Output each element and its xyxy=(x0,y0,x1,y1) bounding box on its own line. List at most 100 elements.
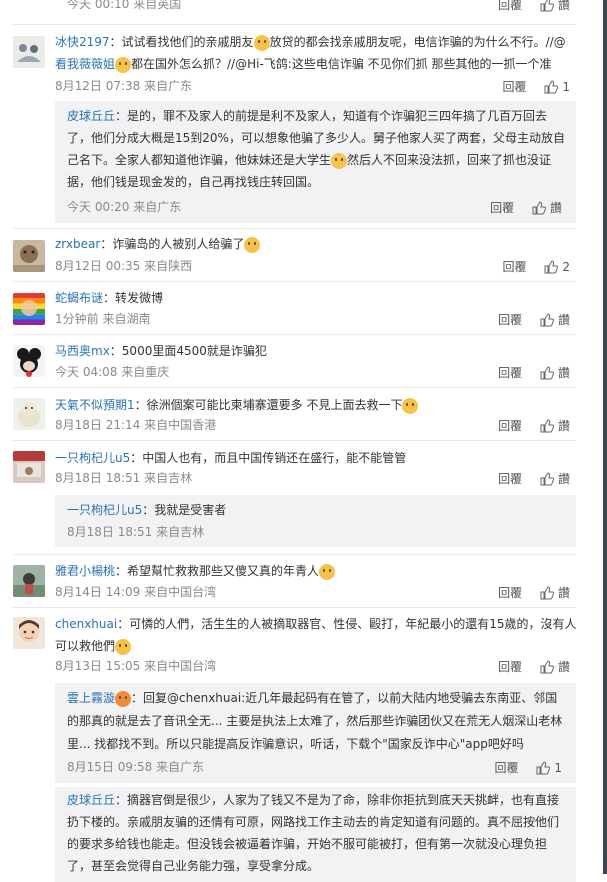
cry-emoji-icon xyxy=(115,56,132,73)
comment-actions: 回覆 讚 xyxy=(498,0,570,15)
comment-actions: 回覆 讚 xyxy=(498,362,570,383)
thumb-up-icon xyxy=(540,366,555,380)
username-link[interactable]: 马西奥mx xyxy=(55,344,110,358)
reply-button[interactable]: 回覆 xyxy=(498,363,522,383)
comment-meta: 8月14日 14:09 来自中国台湾 xyxy=(55,585,217,599)
like-button[interactable]: 1 xyxy=(544,76,570,97)
comment-actions: 回覆 1 xyxy=(503,76,570,97)
reply-thread: 雲上霧漩 ：回复@chenxhuai:近几年最起码有在管了，以前大陆内地受骗去东南… xyxy=(55,683,576,783)
comment-text: 天氣不似預期1：徐洲個案可能比柬埔寨還要多 不見上面去救一下 xyxy=(55,395,419,415)
thumb-up-icon xyxy=(540,419,555,433)
divider xyxy=(13,387,576,388)
username-link[interactable]: 皮球丘丘 xyxy=(67,793,115,807)
comment-text: 蛇蝎布谜：转发微博 xyxy=(55,291,164,305)
divider xyxy=(13,554,576,555)
reply-button[interactable]: 回覆 xyxy=(490,198,514,218)
reply-button[interactable]: 回覆 xyxy=(503,77,527,97)
thumb-up-icon xyxy=(536,761,551,775)
comment-actions: 回覆 讚 xyxy=(498,656,570,677)
thumb-up-icon xyxy=(540,313,555,327)
username-link[interactable]: 一只枸杞儿u5 xyxy=(67,503,142,517)
like-count: 1 xyxy=(554,760,562,775)
reply-button[interactable]: 回覆 xyxy=(498,469,522,489)
reply-actions: 回覆 1 xyxy=(495,757,562,778)
like-button[interactable]: 讚 xyxy=(540,415,570,436)
comment-meta: 今天 04:08 来自重庆 xyxy=(55,365,170,379)
reply-button[interactable]: 回覆 xyxy=(498,0,522,15)
comment-text: 马西奥mx：5000里面4500就是诈骗犯 xyxy=(55,344,267,358)
comment-actions: 回覆 讚 xyxy=(498,582,570,603)
comment-meta: 8月12日 00:35 来自陕西 xyxy=(55,259,193,273)
username-link[interactable]: 雅君小楊桃 xyxy=(55,564,115,578)
username-link[interactable]: zrxbear xyxy=(55,237,100,251)
avatar[interactable] xyxy=(13,617,45,649)
like-button[interactable]: 讚 xyxy=(540,468,570,489)
thumb-up-icon xyxy=(544,260,559,274)
username-link[interactable]: 一只枸杞儿u5 xyxy=(55,451,130,465)
reply-button[interactable]: 回覆 xyxy=(498,310,522,330)
avatar[interactable] xyxy=(13,398,45,430)
divider xyxy=(13,607,576,608)
avatar[interactable] xyxy=(13,451,45,483)
like-button[interactable]: 讚 xyxy=(532,197,562,218)
reply-actions: 回覆 讚 xyxy=(490,197,562,218)
like-button[interactable]: 讚 xyxy=(540,309,570,330)
reply-text: 皮球丘丘：是的，罪不及家人的前提是利不及家人，知道有个诈骗犯三四年搞了几百万回去 xyxy=(67,109,548,123)
scrollbar[interactable] xyxy=(603,0,607,874)
username-link[interactable]: 蛇蝎布谜 xyxy=(55,291,103,305)
reply-button[interactable]: 回覆 xyxy=(498,583,522,603)
reply-button[interactable]: 回覆 xyxy=(498,657,522,677)
comment-meta: 8月18日 21:14 来自中国香港 xyxy=(55,418,217,432)
avatar[interactable] xyxy=(13,345,45,377)
comment-text: 一只枸杞儿u5：中国人也有，而且中国传销还在盛行，能不能管管 xyxy=(55,451,407,465)
username-link[interactable]: 冰快2197 xyxy=(55,35,110,49)
reply-button[interactable]: 回覆 xyxy=(503,257,527,277)
like-count: 1 xyxy=(562,79,570,94)
comment-text: zrxbear：诈骗岛的人被别人给骗了 xyxy=(55,234,261,254)
username-link[interactable]: chenxhuai xyxy=(55,617,117,631)
comment-text: 雅君小楊桃：希望幫忙救救那些又傻又真的年青人 xyxy=(55,561,336,581)
username-link[interactable]: 天氣不似預期1 xyxy=(55,398,135,412)
avatar[interactable] xyxy=(13,293,45,325)
thumb-up-icon xyxy=(540,586,555,600)
like-count: 2 xyxy=(562,259,570,274)
divider xyxy=(13,281,576,282)
like-button[interactable]: 讚 xyxy=(540,362,570,383)
like-button[interactable]: 1 xyxy=(536,757,562,778)
reply-button[interactable]: 回覆 xyxy=(498,416,522,436)
comment-meta: 今天 00:10 来自英国 xyxy=(67,0,182,11)
divider xyxy=(13,334,576,335)
like-button[interactable]: 讚 xyxy=(540,0,570,15)
badge-icon xyxy=(115,690,132,707)
avatar[interactable] xyxy=(13,36,45,68)
like-button[interactable]: 讚 xyxy=(540,656,570,677)
thumb-up-icon xyxy=(544,80,559,94)
cry-emoji-icon xyxy=(115,638,132,655)
avatar[interactable] xyxy=(13,240,45,272)
sweat-emoji-icon xyxy=(331,152,348,169)
divider xyxy=(13,228,576,229)
comment-meta: 1分钟前 来自湖南 xyxy=(55,312,151,326)
reply-button[interactable]: 回覆 xyxy=(495,758,519,778)
reply-thread: 皮球丘丘：摘器官倒是很少，人家为了钱又不是为了命，除非你拒抗到底天天挑衅，也有直… xyxy=(55,787,576,882)
reply-thread: 皮球丘丘：是的，罪不及家人的前提是利不及家人，知道有个诈骗犯三四年搞了几百万回去… xyxy=(55,101,576,223)
thumb-up-icon xyxy=(540,660,555,674)
reply-meta: 8月18日 18:51 来自吉林 xyxy=(67,525,205,539)
thumb-up-icon xyxy=(540,0,555,12)
smile-emoji-icon xyxy=(253,34,270,51)
thumb-up-icon xyxy=(540,472,555,486)
like-button[interactable]: 2 xyxy=(544,256,570,277)
comment-text: chenxhuai：可憐的人們，活生生的人被摘取器官、性侵、毆打，年紀最小的還有… xyxy=(55,617,577,631)
comment-actions: 回覆 讚 xyxy=(498,309,570,330)
like-button[interactable]: 讚 xyxy=(540,582,570,603)
sad-emoji-icon xyxy=(319,563,336,580)
avatar[interactable] xyxy=(13,565,45,597)
cat-emoji-icon xyxy=(244,236,261,253)
username-link[interactable]: 皮球丘丘 xyxy=(67,109,115,123)
divider xyxy=(13,440,576,441)
comment-meta: 8月13日 15:05 来自中国台湾 xyxy=(55,659,217,673)
reply-thread: 一只枸杞儿u5：我就是受害者 8月18日 18:51 来自吉林 xyxy=(55,495,576,547)
username-link[interactable]: 雲上霧漩 xyxy=(67,691,115,705)
reply-text: 雲上霧漩 ：回复@chenxhuai:近几年最起码有在管了，以前大陆内地受骗去东南… xyxy=(67,690,558,707)
reply-text: 一只枸杞儿u5：我就是受害者 xyxy=(67,503,227,517)
